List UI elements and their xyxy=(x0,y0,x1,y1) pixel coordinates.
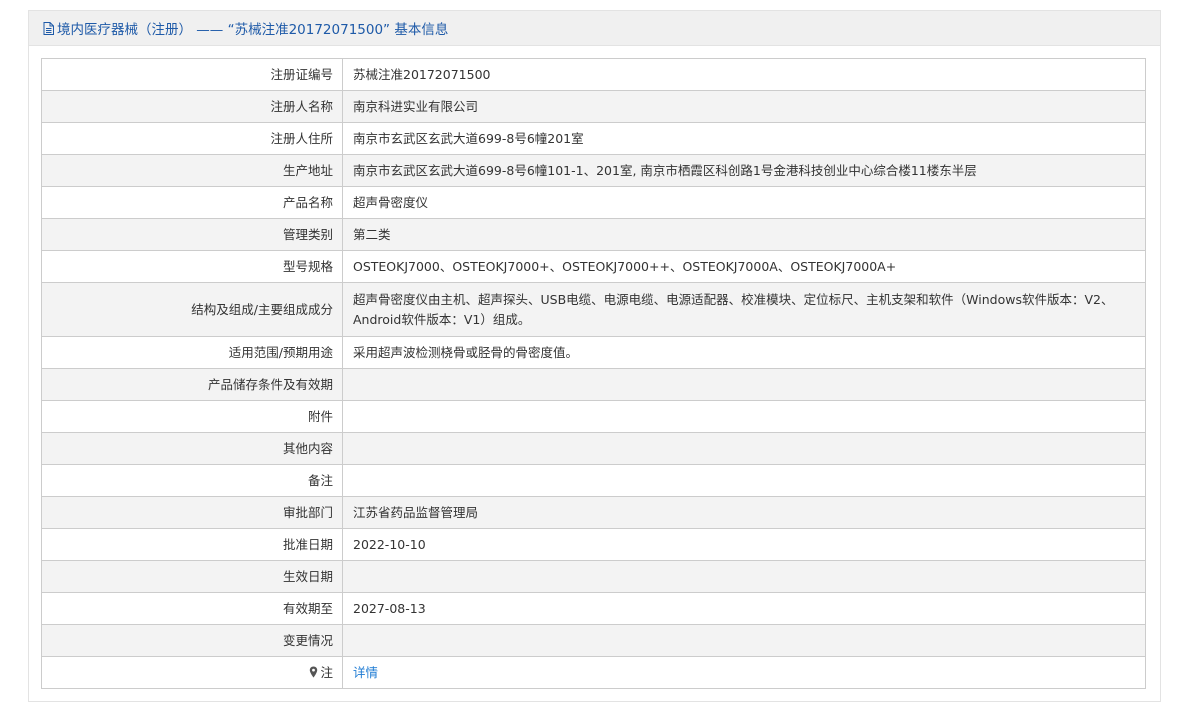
panel-title: 境内医疗器械（注册） —— “苏械注准20172071500” 基本信息 xyxy=(57,22,449,38)
field-label: 生产地址 xyxy=(41,154,343,187)
field-label: 其他内容 xyxy=(41,432,343,465)
info-table: 注册证编号 苏械注准20172071500 注册人名称 南京科进实业有限公司 注… xyxy=(41,58,1146,689)
field-label: 生效日期 xyxy=(41,560,343,593)
table-row: 其他内容 xyxy=(41,432,1146,465)
info-panel: 境内医疗器械（注册） —— “苏械注准20172071500” 基本信息 注册证… xyxy=(28,10,1161,702)
field-label: 注册证编号 xyxy=(41,58,343,91)
table-row: 变更情况 xyxy=(41,624,1146,657)
table-row: 注册人名称 南京科进实业有限公司 xyxy=(41,90,1146,123)
note-label: 注 xyxy=(320,664,333,680)
field-value xyxy=(342,464,1146,497)
field-label: 有效期至 xyxy=(41,592,343,625)
panel-header: 境内医疗器械（注册） —— “苏械注准20172071500” 基本信息 xyxy=(29,11,1160,46)
field-value: 南京市玄武区玄武大道699-8号6幢101-1、201室, 南京市栖霞区科创路1… xyxy=(342,154,1146,187)
field-value: 第二类 xyxy=(342,218,1146,251)
field-value: 南京市玄武区玄武大道699-8号6幢201室 xyxy=(342,122,1146,155)
field-label: 管理类别 xyxy=(41,218,343,251)
field-value xyxy=(342,368,1146,401)
table-row: 适用范围/预期用途 采用超声波检测桡骨或胫骨的骨密度值。 xyxy=(41,336,1146,369)
field-value xyxy=(342,560,1146,593)
table-row: 管理类别 第二类 xyxy=(41,218,1146,251)
field-value: 南京科进实业有限公司 xyxy=(342,90,1146,123)
field-label: 适用范围/预期用途 xyxy=(41,336,343,369)
field-label: 批准日期 xyxy=(41,528,343,561)
details-link[interactable]: 详情 xyxy=(353,665,378,680)
field-label-note: 注 xyxy=(41,656,343,689)
field-value: 江苏省药品监督管理局 xyxy=(342,496,1146,529)
table-row: 型号规格 OSTEOKJ7000、OSTEOKJ7000+、OSTEOKJ700… xyxy=(41,250,1146,283)
table-row: 附件 xyxy=(41,400,1146,433)
field-label: 产品储存条件及有效期 xyxy=(41,368,343,401)
field-label: 变更情况 xyxy=(41,624,343,657)
field-value: OSTEOKJ7000、OSTEOKJ7000+、OSTEOKJ7000++、O… xyxy=(342,250,1146,283)
field-label: 注册人名称 xyxy=(41,90,343,123)
table-row: 生产地址 南京市玄武区玄武大道699-8号6幢101-1、201室, 南京市栖霞… xyxy=(41,154,1146,187)
table-row: 产品储存条件及有效期 xyxy=(41,368,1146,401)
field-value: 2022-10-10 xyxy=(342,528,1146,561)
field-label: 结构及组成/主要组成成分 xyxy=(41,282,343,337)
field-label: 审批部门 xyxy=(41,496,343,529)
field-value: 超声骨密度仪由主机、超声探头、USB电缆、电源电缆、电源适配器、校准模块、定位标… xyxy=(342,282,1146,337)
field-label: 备注 xyxy=(41,464,343,497)
field-value: 苏械注准20172071500 xyxy=(342,58,1146,91)
table-row: 注册证编号 苏械注准20172071500 xyxy=(41,58,1146,91)
field-value xyxy=(342,624,1146,657)
table-row: 生效日期 xyxy=(41,560,1146,593)
table-row: 产品名称 超声骨密度仪 xyxy=(41,186,1146,219)
table-row: 注册人住所 南京市玄武区玄武大道699-8号6幢201室 xyxy=(41,122,1146,155)
field-label: 型号规格 xyxy=(41,250,343,283)
document-icon xyxy=(43,21,54,35)
table-row: 备注 xyxy=(41,464,1146,497)
field-value: 采用超声波检测桡骨或胫骨的骨密度值。 xyxy=(342,336,1146,369)
field-value: 超声骨密度仪 xyxy=(342,186,1146,219)
field-value xyxy=(342,432,1146,465)
table-row: 批准日期 2022-10-10 xyxy=(41,528,1146,561)
field-label: 产品名称 xyxy=(41,186,343,219)
field-value-note: 详情 xyxy=(342,656,1146,689)
map-pin-icon xyxy=(310,666,318,677)
table-row: 结构及组成/主要组成成分 超声骨密度仪由主机、超声探头、USB电缆、电源电缆、电… xyxy=(41,282,1146,337)
field-label: 注册人住所 xyxy=(41,122,343,155)
table-row: 有效期至 2027-08-13 xyxy=(41,592,1146,625)
table-row-note: 注 详情 xyxy=(41,656,1146,689)
field-label: 附件 xyxy=(41,400,343,433)
field-value: 2027-08-13 xyxy=(342,592,1146,625)
table-row: 审批部门 江苏省药品监督管理局 xyxy=(41,496,1146,529)
field-value xyxy=(342,400,1146,433)
